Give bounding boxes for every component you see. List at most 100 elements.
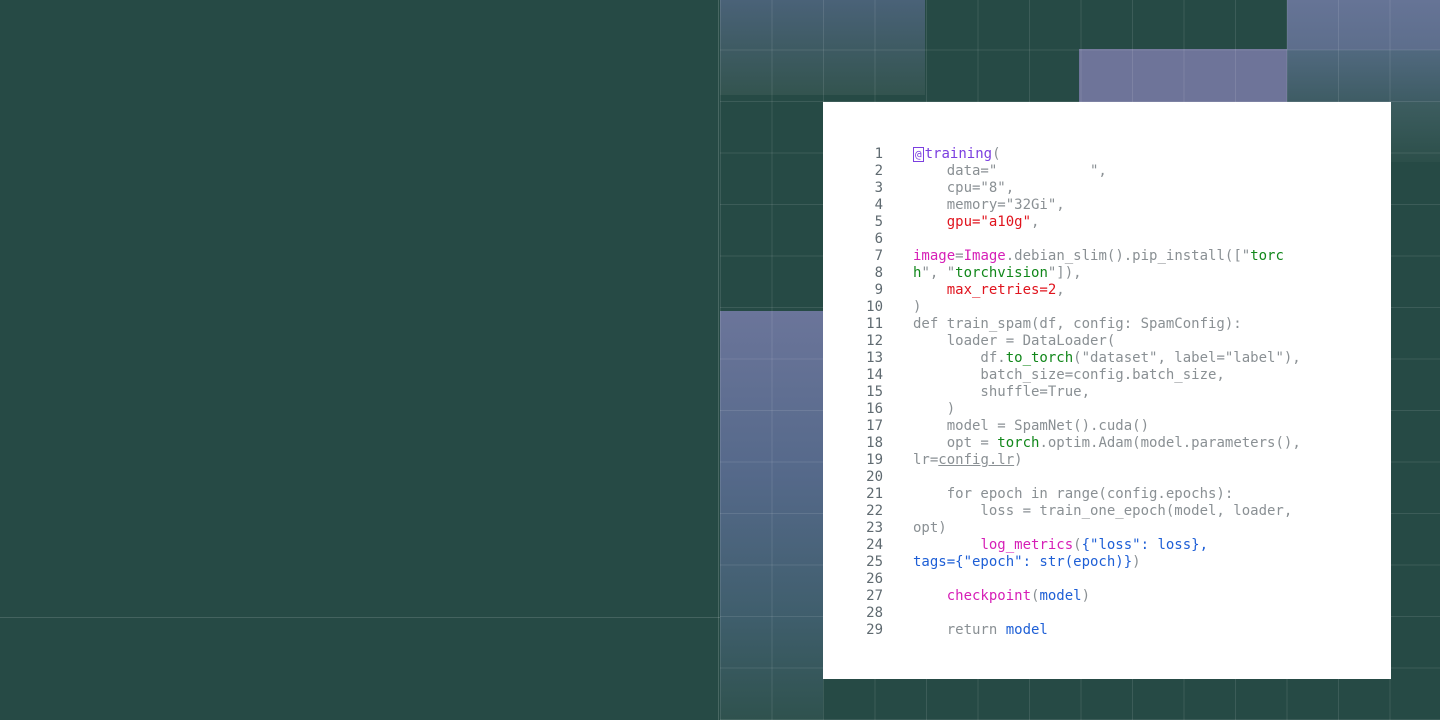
background-tile — [720, 311, 823, 720]
code-line: 4 memory="32Gi", — [823, 197, 1391, 214]
code-token: ", " — [921, 265, 956, 281]
line-number: 4 — [874, 197, 883, 213]
code-text: max_retries=2, — [913, 282, 1065, 299]
background-tile — [1391, 102, 1440, 162]
code-line: 22 loss = train_one_epoch(model, loader, — [823, 503, 1391, 520]
code-line: 29 return model — [823, 622, 1391, 639]
code-text: log_metrics({"loss": loss}, — [913, 537, 1208, 554]
code-token: .optim.Adam(model.parameters(), — [1039, 435, 1301, 451]
code-line: 19 lr=config.lr) — [823, 452, 1391, 469]
line-number: 3 — [874, 180, 883, 196]
code-line: 1 @ training( — [823, 146, 1391, 163]
code-token: log_metrics — [980, 537, 1074, 553]
code-line: 27 checkpoint(model) — [823, 588, 1391, 605]
code-token: loss = train_one_epoch(model, loader, — [913, 503, 1293, 519]
line-number: 24 — [866, 537, 883, 553]
code-line: 24 log_metrics({"loss": loss}, — [823, 537, 1391, 554]
code-line: 5 gpu="a10g", — [823, 214, 1391, 231]
code-token: torchvision — [955, 265, 1048, 281]
code-panel: 1 @ training(2 data=" ", 3 cpu="8", 4 memory… — [823, 102, 1391, 679]
code-line: 26 — [823, 571, 1391, 588]
code-text: return model — [913, 622, 1048, 639]
code-token: model — [1005, 622, 1048, 638]
code-token: , — [1056, 282, 1065, 298]
code-line: 6 — [823, 231, 1391, 248]
line-number: 7 — [874, 248, 883, 264]
code-line: 10) — [823, 299, 1391, 316]
code-text: memory="32Gi", — [913, 197, 1065, 214]
line-number: 18 — [866, 435, 883, 451]
line-number: 16 — [866, 401, 883, 417]
code-token: memory="32Gi", — [913, 197, 1065, 213]
code-text: @ training( — [913, 146, 1001, 163]
background-tile — [1287, 50, 1440, 102]
code-line: 16 ) — [823, 401, 1391, 418]
code-line: 11 def train_spam(df, config: SpamConfig)… — [823, 316, 1391, 333]
background-tile — [720, 0, 925, 95]
line-number: 23 — [866, 520, 883, 536]
code-token: lr= — [913, 452, 939, 468]
code-token: config.lr — [938, 452, 1015, 468]
code-text: cpu="8", — [913, 180, 1014, 197]
code-line: 8 h", "torchvision"]), — [823, 265, 1391, 282]
code-line: 13 df.to_torch("dataset", label="label")… — [823, 350, 1391, 367]
code-token: shuffle=True, — [913, 384, 1091, 400]
code-token: training — [924, 146, 993, 162]
line-number: 29 — [866, 622, 883, 638]
code-token: opt = — [913, 435, 998, 451]
code-line: 23 opt) — [823, 520, 1391, 537]
code-text: image=Image.debian_slim().pip_install(["… — [913, 248, 1284, 265]
code-text: opt) — [913, 520, 947, 537]
code-text: lr=config.lr) — [913, 452, 1023, 469]
code-token: model = SpamNet().cuda() — [913, 418, 1150, 434]
code-text: tags={"epoch": str(epoch)}) — [913, 554, 1141, 571]
code-line: 18 opt = torch.optim.Adam(model.paramete… — [823, 435, 1391, 452]
line-number: 9 — [874, 282, 883, 298]
line-number: 11 — [866, 316, 883, 332]
code-line: 12 loader = DataLoader( — [823, 333, 1391, 350]
line-number: 22 — [866, 503, 883, 519]
code-text: opt = torch.optim.Adam(model.parameters(… — [913, 435, 1301, 452]
line-number: 1 — [874, 146, 883, 162]
line-number: 20 — [866, 469, 883, 485]
code-token: = — [955, 248, 964, 264]
code-line: 21 for epoch in range(config.epochs): — [823, 486, 1391, 503]
code-text: ) — [913, 299, 921, 316]
code-text: for epoch in range(config.epochs): — [913, 486, 1234, 503]
code-token: opt) — [913, 520, 947, 536]
background-tile — [1287, 0, 1440, 50]
code-text: df.to_torch("dataset", label="label"), — [913, 350, 1300, 367]
code-token: gpu="a10g" — [946, 214, 1032, 230]
code-token: to_torch — [1005, 350, 1074, 366]
code-line: 25 tags={"epoch": str(epoch)}) — [823, 554, 1391, 571]
code-token: data=" ", — [913, 163, 1107, 179]
code-text: ) — [913, 401, 955, 418]
line-number: 17 — [866, 418, 883, 434]
line-number: 15 — [866, 384, 883, 400]
code-token: checkpoint — [946, 588, 1032, 604]
code-token: ) — [913, 299, 922, 315]
code-line: 3 cpu="8", — [823, 180, 1391, 197]
code-token: tags={"epoch": str(epoch)} — [913, 554, 1133, 570]
line-number: 13 — [866, 350, 883, 366]
line-number: 26 — [866, 571, 883, 587]
code-text: data=" ", — [913, 163, 1107, 180]
background-vertical-rule — [718, 0, 719, 720]
decorator-icon: @ — [913, 147, 924, 162]
background-horizontal-rule — [0, 617, 720, 618]
code-token: , — [1031, 214, 1040, 230]
code-token: Image — [963, 248, 1006, 264]
code-token: df. — [913, 350, 1006, 366]
line-number: 27 — [866, 588, 883, 604]
code-text: gpu="a10g", — [913, 214, 1040, 231]
line-number: 5 — [874, 214, 883, 230]
code-token: ) — [1014, 452, 1023, 468]
code-line: 14 batch_size=config.batch_size, — [823, 367, 1391, 384]
line-number: 2 — [874, 163, 883, 179]
line-number: 10 — [866, 299, 883, 315]
line-number: 28 — [866, 605, 883, 621]
code-line: 2 data=" ", — [823, 163, 1391, 180]
line-number: 8 — [874, 265, 883, 281]
